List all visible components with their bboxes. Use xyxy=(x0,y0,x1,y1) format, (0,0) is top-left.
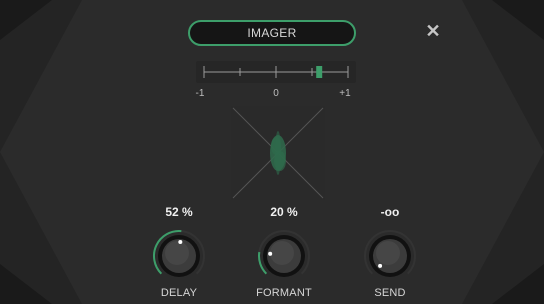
meter-indicator xyxy=(316,66,323,78)
close-icon[interactable]: ✕ xyxy=(424,22,442,40)
delay-knob[interactable] xyxy=(151,228,207,284)
plugin-title: IMAGER xyxy=(247,26,297,40)
stereo-width-meter xyxy=(196,61,356,83)
knob-pointer xyxy=(178,240,183,245)
plugin-title-button[interactable]: IMAGER xyxy=(188,20,356,46)
stereo-scope xyxy=(231,106,325,200)
knob-highlight xyxy=(270,241,294,265)
knob-highlight xyxy=(376,241,400,265)
scope-signal-cloud xyxy=(270,131,286,175)
meter-label-min: -1 xyxy=(195,88,205,99)
imager-panel: IMAGER ✕ -1 0 +1 52 % DELAY 20 % FORMANT… xyxy=(0,0,544,304)
formant-label: FORMANT xyxy=(256,287,312,299)
meter-scale xyxy=(203,66,349,78)
delay-label: DELAY xyxy=(160,287,198,299)
scope-display xyxy=(232,107,324,199)
formant-knob[interactable] xyxy=(256,228,312,284)
meter-label-center: 0 xyxy=(273,88,279,99)
knob-pointer xyxy=(268,251,273,256)
knob-pointer xyxy=(378,263,383,268)
send-value: -oo xyxy=(380,205,400,219)
knob-highlight xyxy=(165,241,189,265)
send-knob[interactable] xyxy=(362,228,418,284)
delay-value: 52 % xyxy=(165,205,193,219)
send-label: SEND xyxy=(374,287,406,299)
meter-label-max: +1 xyxy=(339,88,351,99)
formant-value: 20 % xyxy=(270,205,298,219)
